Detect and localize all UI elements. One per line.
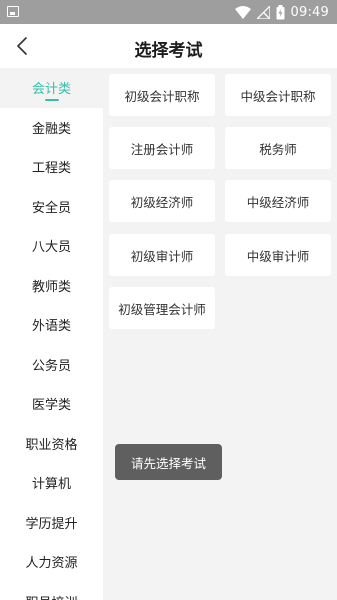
page-title: 选择考试 [134,41,203,61]
sidebar-item-engineering[interactable]: 工程类 [0,147,103,187]
exam-option[interactable]: 注册会计师 [109,127,215,169]
no-signal-icon [256,5,270,19]
active-indicator [44,98,59,101]
sidebar-item-medical[interactable]: 医学类 [0,384,103,424]
app-header: 选择考试 [0,24,337,68]
exam-panel: 初级会计职称 中级会计职称 注册会计师 税务师 初级经济师 中级经济师 初级审计… [103,68,337,600]
sidebar-item-label: 会计类 [31,82,71,98]
exam-option[interactable]: 初级审计师 [109,234,215,276]
exam-option[interactable]: 初级经济师 [109,180,215,222]
sidebar-item-label: 职员培训 [25,592,77,600]
sidebar-item-label: 职业资格 [25,437,78,453]
sidebar-item-label: 人力资源 [25,556,78,572]
sidebar-item-accounting[interactable]: 会计类 [0,68,103,108]
exam-option[interactable]: 中级审计师 [225,234,331,276]
sidebar-item-finance[interactable]: 金融类 [0,108,103,148]
exam-option[interactable]: 初级会计职称 [109,74,215,116]
sidebar-item-civil-servant[interactable]: 公务员 [0,345,103,385]
wifi-icon [234,5,251,19]
sidebar-item-teacher[interactable]: 教师类 [0,266,103,306]
sidebar-item-hr[interactable]: 人力资源 [0,542,103,582]
clock: 09:49 [290,4,329,20]
exam-option[interactable]: 税务师 [225,127,331,169]
sidebar-item-degree[interactable]: 学历提升 [0,503,103,543]
sidebar-item-label: 八大员 [31,240,71,256]
sidebar-item-label: 教师类 [31,279,71,295]
exam-option[interactable]: 中级会计职称 [225,74,331,116]
sidebar-item-computer[interactable]: 计算机 [0,463,103,503]
sidebar-item-label: 计算机 [31,477,71,493]
image-icon [7,6,19,17]
sidebar-item-label: 外语类 [31,319,71,335]
sidebar-item-language[interactable]: 外语类 [0,305,103,345]
sidebar-item-label: 工程类 [31,161,71,177]
sidebar-item-label: 金融类 [31,121,71,137]
sidebar-item-eight-staff[interactable]: 八大员 [0,226,103,266]
toast-message: 请先选择考试 [115,444,222,480]
sidebar-item-label: 学历提升 [25,516,78,532]
battery-icon [276,4,285,19]
category-sidebar: 会计类 金融类 工程类 安全员 八大员 教师类 外语类 公务员 医学类 职业资格… [0,68,103,600]
status-bar: 09:49 [0,0,337,24]
sidebar-item-staff-training[interactable]: 职员培训 [0,582,103,600]
sidebar-item-safety[interactable]: 安全员 [0,187,103,227]
sidebar-item-label: 医学类 [31,398,71,414]
exam-option[interactable]: 初级管理会计师 [109,287,215,329]
sidebar-item-label: 公务员 [31,358,71,374]
exam-option[interactable]: 中级经济师 [225,180,331,222]
sidebar-item-label: 安全员 [31,200,71,216]
status-icons: 09:49 [234,3,329,21]
sidebar-item-qualification[interactable]: 职业资格 [0,424,103,464]
